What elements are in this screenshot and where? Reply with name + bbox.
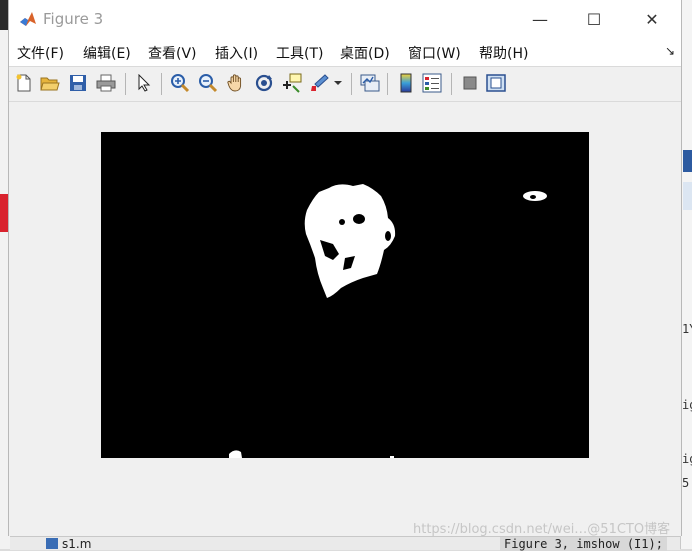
- minimize-button[interactable]: —: [517, 4, 563, 34]
- hide-plot-tools-icon[interactable]: [459, 72, 481, 94]
- menu-dock-arrow-icon[interactable]: ↘: [665, 44, 675, 58]
- title-bar[interactable]: Figure 3 — ☐ ✕: [9, 0, 681, 38]
- data-cursor-icon[interactable]: [281, 72, 303, 94]
- toolbar-separator: [387, 73, 388, 95]
- save-icon[interactable]: [67, 72, 89, 94]
- colorbar-icon[interactable]: [395, 72, 417, 94]
- menu-file[interactable]: 文件(F): [17, 43, 64, 63]
- menu-view[interactable]: 查看(V): [148, 43, 197, 63]
- menu-tools[interactable]: 工具(T): [276, 43, 323, 63]
- new-figure-icon[interactable]: [13, 72, 35, 94]
- watermark-text: https://blog.csdn.net/wei…@51CTO博客: [413, 522, 671, 537]
- background-code-fragment: ig: [682, 452, 692, 466]
- menu-desktop[interactable]: 桌面(D): [340, 43, 390, 63]
- close-button[interactable]: ✕: [629, 4, 675, 34]
- menu-edit[interactable]: 编辑(E): [83, 43, 131, 63]
- background-code-fragment: 5: [682, 476, 690, 490]
- show-plot-tools-icon[interactable]: [485, 72, 507, 94]
- link-plot-icon[interactable]: [359, 72, 381, 94]
- background-editor-bottom: s1.m Figure 3, imshow (I1);: [10, 536, 680, 551]
- background-code-fragment: 1Y: [682, 322, 692, 336]
- binary-image-axes[interactable]: [101, 132, 589, 458]
- rotate-3d-icon[interactable]: [253, 72, 275, 94]
- menu-bar: 文件(F) 编辑(E) 查看(V) 插入(I) 工具(T) 桌面(D) 窗口(W…: [9, 38, 681, 66]
- maximize-button[interactable]: ☐: [571, 4, 617, 34]
- matlab-logo-icon: [20, 12, 36, 26]
- window-title: Figure 3: [43, 10, 104, 28]
- figure-toolbar: [9, 66, 681, 102]
- open-file-icon[interactable]: [39, 72, 61, 94]
- background-code-fragment: ig: [682, 398, 692, 412]
- toolbar-separator: [351, 73, 352, 95]
- pan-hand-icon[interactable]: [225, 72, 247, 94]
- toolbar-separator: [125, 73, 126, 95]
- menu-help[interactable]: 帮助(H): [479, 43, 528, 63]
- zoom-in-icon[interactable]: [169, 72, 191, 94]
- background-blue-tab: [683, 150, 692, 172]
- image-background: [101, 132, 589, 458]
- matlab-file-icon: [46, 538, 58, 549]
- zoom-out-icon[interactable]: [197, 72, 219, 94]
- brush-icon[interactable]: [309, 72, 331, 94]
- print-icon[interactable]: [95, 72, 117, 94]
- menu-window[interactable]: 窗口(W): [408, 43, 461, 63]
- pointer-icon[interactable]: [133, 72, 155, 94]
- toolbar-separator: [161, 73, 162, 95]
- background-light-tab: [683, 182, 692, 210]
- legend-icon[interactable]: [421, 72, 443, 94]
- toolbar-separator: [451, 73, 452, 95]
- brush-dropdown-arrow-icon[interactable]: [333, 72, 343, 94]
- menu-insert[interactable]: 插入(I): [215, 43, 258, 63]
- figure-window: Figure 3 — ☐ ✕ 文件(F) 编辑(E) 查看(V) 插入(I) 工…: [8, 0, 682, 537]
